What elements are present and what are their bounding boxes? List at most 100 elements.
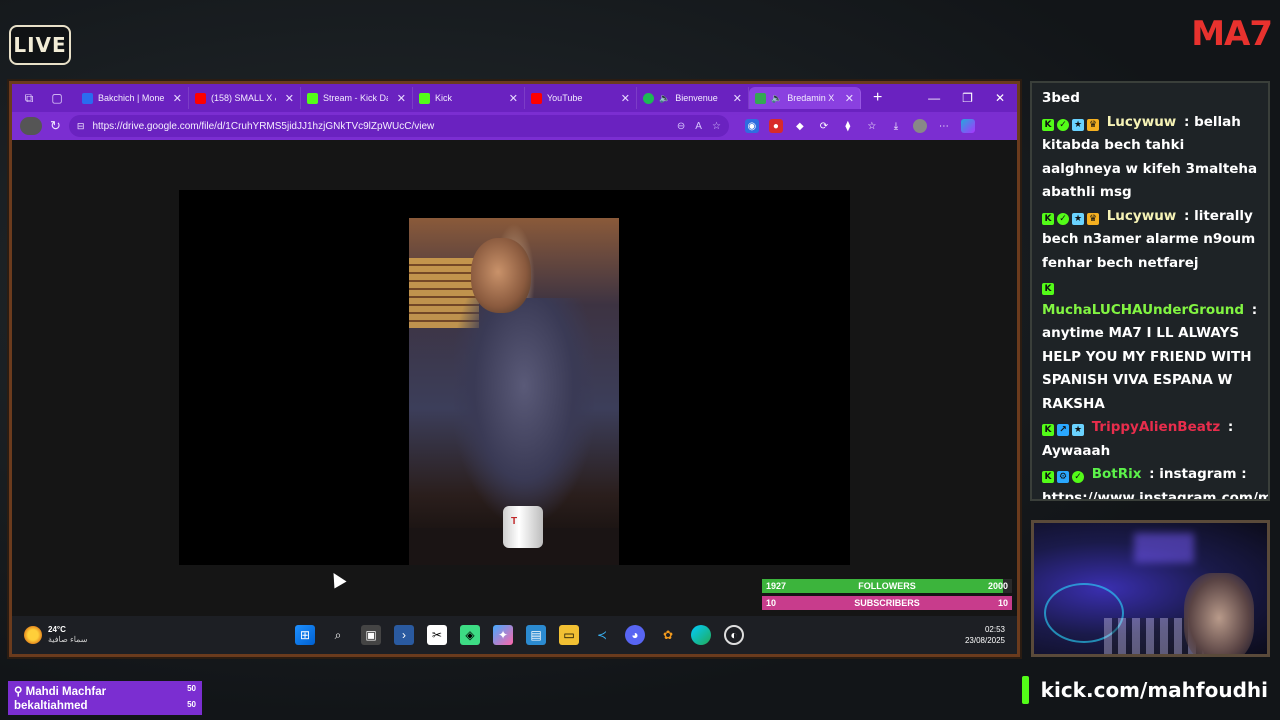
taskbar-clock[interactable]: 02:53 23/08/2025 <box>965 624 1017 646</box>
terminal-icon[interactable]: › <box>394 625 414 645</box>
search-icon[interactable]: ⌕ <box>328 625 348 645</box>
tab-youtube[interactable]: YouTube ✕ <box>525 87 637 109</box>
folder-icon[interactable]: ▤ <box>526 625 546 645</box>
profile-avatar-icon[interactable] <box>20 117 42 135</box>
close-tab-icon[interactable]: ✕ <box>169 92 182 105</box>
chat-message: K ↗ ★ TrippyAlienBeatz : Aywaaah <box>1042 419 1234 459</box>
subscribers-label: SUBSCRIBERS <box>854 598 920 608</box>
alert-row: bekaltiahmed 50 <box>14 700 196 712</box>
tab-spotify[interactable]: 🔈 Bienvenue ✕ <box>637 87 749 109</box>
subscribers-goal: 10 <box>997 598 1008 608</box>
chat-username: TrippyAlienBeatz <box>1091 419 1221 435</box>
windows-taskbar: 24°C سماء صافية ⊞ ⌕ ▣ › ✂ ◈ ✦ ▤ ▭ ≺ ◕ ✿ … <box>12 616 1017 654</box>
file-explorer-icon[interactable]: ▭ <box>559 625 579 645</box>
tab-label: Stream - Kick Da <box>323 93 388 103</box>
live-badge: LIVE <box>9 25 71 65</box>
account-icon[interactable] <box>912 119 927 133</box>
zoom-icon[interactable]: ⊖ <box>677 121 685 132</box>
speaker-icon[interactable]: 🔈 <box>659 93 670 104</box>
tab-bakchich[interactable]: Bakchich | Mone ✕ <box>76 87 189 109</box>
chat-message: K ✓ ★ ♛ Lucywuw : bellah kitabda bech tahki… <box>1042 113 1258 200</box>
tab-label: Bienvenue <box>675 93 718 103</box>
chat-message: K MuchaLUCHAUnderGround : anytime MA7 I … <box>1042 283 1258 412</box>
close-tab-icon[interactable]: ✕ <box>617 92 630 105</box>
tab-actions-icon[interactable]: ▢ <box>48 89 66 107</box>
site-info-icon[interactable]: ⊟ <box>77 121 85 132</box>
kick-badge-icon: K <box>1042 471 1054 483</box>
new-tab-icon[interactable]: + <box>873 89 882 107</box>
gift-badge-icon: ★ <box>1072 424 1084 436</box>
close-tab-icon[interactable]: ✕ <box>393 92 406 105</box>
bot-badge-icon: ⚙ <box>1057 471 1069 483</box>
more-menu-icon[interactable]: ⋯ <box>937 119 951 133</box>
video-player[interactable]: T <box>179 190 850 565</box>
brand-logo: MA7 <box>1191 14 1273 54</box>
video-person-body <box>454 298 594 518</box>
extension-blue-icon[interactable]: ◉ <box>744 119 759 133</box>
tab-label: YouTube <box>547 93 583 103</box>
close-window-icon[interactable]: ✕ <box>995 91 1005 105</box>
url-field[interactable]: ⊟ https://drive.google.com/file/d/1CruhY… <box>68 115 729 137</box>
tab-youtube-small[interactable]: (158) SMALL X & ✕ <box>189 87 301 109</box>
favorite-star-icon[interactable]: ☆ <box>712 121 721 132</box>
chat-fragment: 3bed <box>1042 90 1080 106</box>
alert-count: 50 <box>187 684 196 693</box>
extensions-puzzle-icon[interactable]: ⧫ <box>841 119 855 133</box>
verified-badge-icon: ✓ <box>1057 212 1069 225</box>
android-icon[interactable]: ◈ <box>460 625 480 645</box>
subscribers-goal-bar: 10 SUBSCRIBERS 10 <box>762 596 1012 610</box>
webcam-feed <box>1031 520 1270 657</box>
close-tab-icon[interactable]: ✕ <box>729 92 742 105</box>
sun-icon <box>24 626 42 644</box>
discord-icon[interactable]: ◕ <box>625 625 645 645</box>
crown-badge-icon: ♛ <box>1087 118 1099 131</box>
extension-red-icon[interactable]: ● <box>768 119 783 133</box>
task-view-icon[interactable]: ▣ <box>361 625 381 645</box>
followers-label: FOLLOWERS <box>858 581 916 591</box>
tab-label: Kick <box>435 93 453 103</box>
video-mug: T <box>503 506 543 548</box>
close-tab-icon[interactable]: ✕ <box>281 92 294 105</box>
clock-date: 23/08/2025 <box>964 636 1005 645</box>
omnibox-tools: ⊖ A ☆ <box>677 121 721 132</box>
followers-goal-bar: 1927 FOLLOWERS 2000 <box>762 579 1012 593</box>
speaker-icon[interactable]: 🔈 <box>771 93 782 104</box>
edge-icon[interactable] <box>691 625 711 645</box>
windows-start-icon[interactable]: ⊞ <box>295 625 315 645</box>
tab-label: Bredamin X <box>787 93 835 103</box>
copilot-icon[interactable]: ✦ <box>493 625 513 645</box>
favorites-icon[interactable]: ☆ <box>865 119 879 133</box>
weather-widget[interactable]: 24°C سماء صافية <box>12 625 282 645</box>
downloads-icon[interactable]: ⤓ <box>889 119 903 133</box>
minimize-icon[interactable]: — <box>928 91 940 105</box>
reload-icon[interactable]: ↻ <box>50 118 61 134</box>
capcut-icon[interactable]: ✂ <box>427 625 447 645</box>
tab-kick-stream[interactable]: Stream - Kick Da ✕ <box>301 87 413 109</box>
spotify-favicon-icon <box>643 92 654 104</box>
extension-diamond-icon[interactable]: ◆ <box>793 119 807 133</box>
verified-badge-icon: ✓ <box>1072 471 1084 483</box>
chat-username: Lucywuw <box>1106 113 1177 130</box>
chat-username: BotRix <box>1091 466 1142 482</box>
extension-sync-icon[interactable]: ⟳ <box>817 119 831 133</box>
window-controls: — ❐ ✕ <box>928 91 1017 105</box>
tab-label: Bakchich | Mone <box>98 93 164 103</box>
tab-kick[interactable]: Kick ✕ <box>413 87 525 109</box>
gift-badge-icon: ★ <box>1072 118 1084 131</box>
weather-temperature: 24°C <box>48 625 66 634</box>
address-bar: ↻ ⊟ https://drive.google.com/file/d/1Cru… <box>12 112 1017 140</box>
copilot-sidebar-icon[interactable] <box>960 119 975 133</box>
workspaces-icon[interactable]: ⧉ <box>20 89 38 107</box>
fl-studio-icon[interactable]: ✿ <box>658 625 678 645</box>
close-tab-icon[interactable]: ✕ <box>841 92 854 105</box>
read-aloud-icon[interactable]: A <box>695 121 702 132</box>
tab-bredamin[interactable]: 🔈 Bredamin X ✕ <box>749 87 861 109</box>
tab-label: (158) SMALL X & <box>211 93 276 103</box>
restore-icon[interactable]: ❐ <box>962 91 973 105</box>
vscode-icon[interactable]: ≺ <box>592 625 612 645</box>
recent-alerts: ⚲ Mahdi Machfar 50 bekaltiahmed 50 <box>8 681 202 715</box>
obs-icon[interactable]: ◐ <box>724 625 744 645</box>
chat-text: Aywaaah <box>1042 442 1111 459</box>
close-tab-icon[interactable]: ✕ <box>505 92 518 105</box>
chat-message: K ⚙ ✓ BotRix : instagram : https://www.ins… <box>1042 463 1268 499</box>
